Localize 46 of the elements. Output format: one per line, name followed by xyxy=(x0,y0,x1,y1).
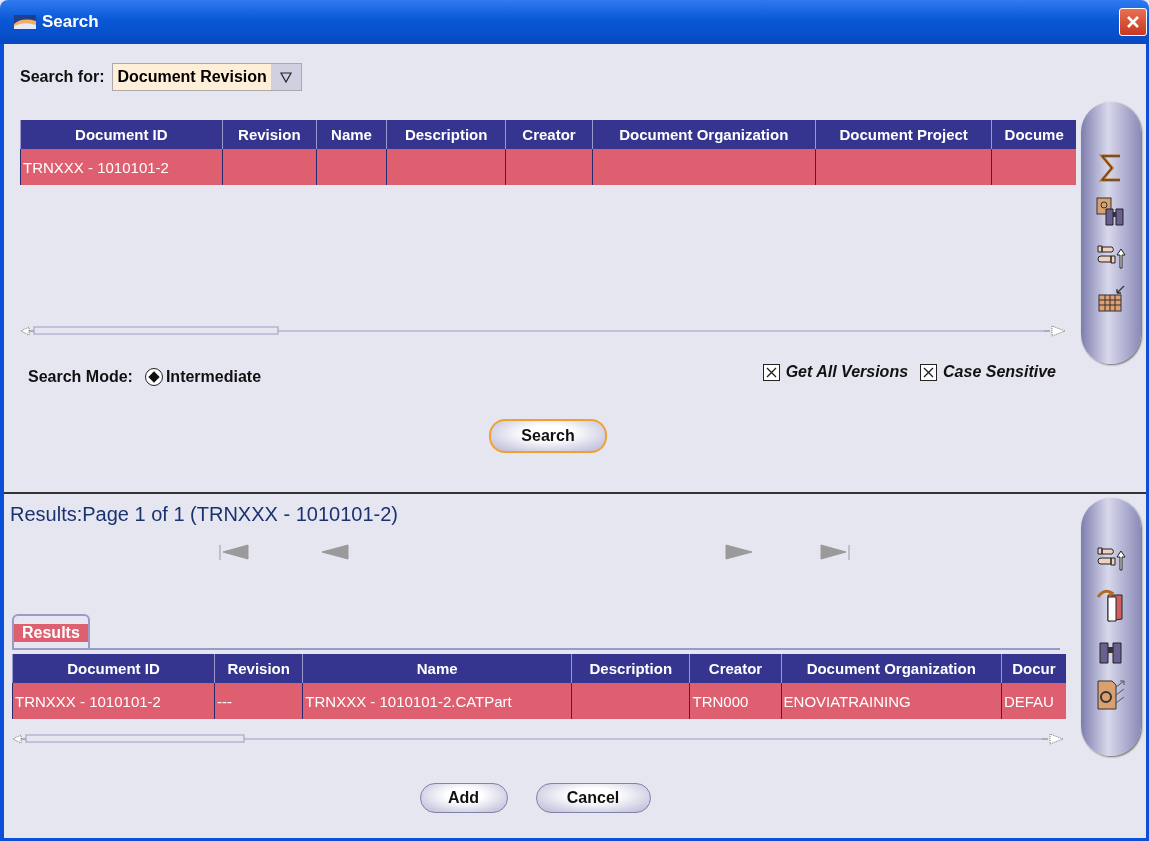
table-cell: TRNXXX - 1010101-2.CATPart xyxy=(305,692,512,710)
column-header[interactable]: Docume xyxy=(991,120,1076,149)
checkbox-label[interactable]: Get All Versions xyxy=(785,363,909,381)
table-cell: TRN000 xyxy=(692,692,749,710)
search-for-label: Search for: xyxy=(20,68,105,86)
close-button[interactable] xyxy=(1119,8,1147,36)
search-button[interactable]: Search xyxy=(489,419,607,453)
column-header[interactable]: Name xyxy=(316,120,387,149)
column-header[interactable]: Document Organization xyxy=(781,654,1002,683)
table-cell: TRNXXX - 1010101-2 xyxy=(23,158,169,176)
column-header[interactable]: Document ID xyxy=(12,654,215,683)
app-icon xyxy=(14,15,36,29)
document-gear-icon[interactable] xyxy=(1096,679,1126,711)
search-mode-label: Search Mode: xyxy=(28,368,133,386)
caret-icon xyxy=(279,71,292,83)
table-cell: DEFAU xyxy=(1003,692,1054,710)
column-header[interactable]: Document ID xyxy=(20,120,223,149)
binoculars-icon[interactable] xyxy=(1096,197,1126,227)
horizontal-scrollbar[interactable] xyxy=(20,325,1066,337)
column-header[interactable]: Creator xyxy=(505,120,593,149)
table-cell: TRNXXX - 1010101-2 xyxy=(15,692,161,710)
book-icon[interactable] xyxy=(1096,587,1126,623)
column-header[interactable]: Creator xyxy=(689,654,782,683)
radio-label[interactable]: Intermediate xyxy=(165,368,262,386)
table-cell: --- xyxy=(217,692,232,710)
column-header[interactable]: Document Project xyxy=(815,120,992,149)
column-header[interactable]: Revision xyxy=(222,120,317,149)
document-type-dropdown[interactable]: Document Revision xyxy=(112,63,302,91)
dialog-button[interactable]: Cancel xyxy=(535,783,651,813)
window-title: Search xyxy=(42,12,100,32)
checkbox[interactable] xyxy=(762,363,780,381)
column-header[interactable]: Name xyxy=(302,654,572,683)
column-header[interactable]: Docur xyxy=(1001,654,1066,683)
results-title: Results:Page 1 of 1 (TRNXXX - 1010101-2) xyxy=(10,503,399,527)
radio-button[interactable] xyxy=(144,368,163,386)
close-icon xyxy=(1125,14,1141,30)
column-header[interactable]: Revision xyxy=(214,654,303,683)
column-header[interactable]: Description xyxy=(386,120,506,149)
horizontal-scrollbar[interactable] xyxy=(12,733,1064,745)
checkbox[interactable] xyxy=(920,363,938,381)
column-header[interactable]: Description xyxy=(571,654,690,683)
dialog-button[interactable]: Add xyxy=(419,783,508,813)
table-cell: ENOVIATRAINING xyxy=(783,692,911,710)
checkbox-label[interactable]: Case Sensitive xyxy=(943,363,1056,381)
table-icon[interactable] xyxy=(1097,285,1125,313)
column-header[interactable]: Document Organization xyxy=(592,120,816,149)
